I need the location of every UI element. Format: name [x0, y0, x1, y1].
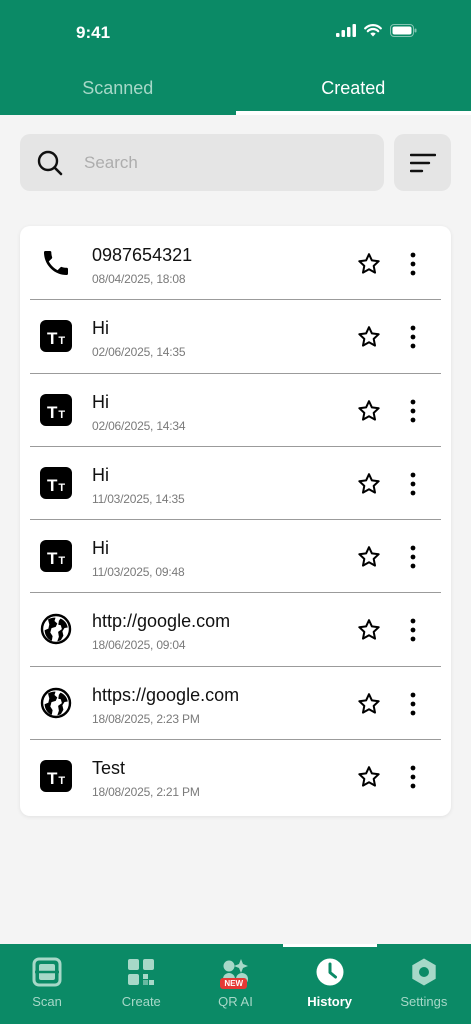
tab-bar: Scanned Created [0, 62, 471, 115]
more-options-icon[interactable] [408, 399, 418, 423]
history-list-item[interactable]: https://google.com 18/08/2025, 2:23 PM [20, 665, 451, 739]
text-icon: TT [40, 540, 72, 573]
favorite-star-icon[interactable] [357, 765, 381, 789]
history-list: 0987654321 08/04/2025, 18:08 TT Hi 02/06/2… [20, 226, 451, 816]
item-title: Hi [92, 538, 109, 559]
nav-qr-ai[interactable]: NEW QR AI [188, 944, 282, 1024]
nav-label-history: History [307, 994, 353, 1009]
text-icon: TT [40, 320, 72, 353]
more-options-icon[interactable] [408, 692, 418, 716]
nav-label-create: Create [121, 994, 161, 1009]
nav-label-settings: Settings [400, 994, 448, 1009]
tab-created[interactable]: Created [235, 62, 471, 115]
favorite-star-icon[interactable] [357, 252, 381, 276]
search-placeholder: Search [84, 152, 138, 172]
create-icon [128, 959, 155, 985]
nav-scan[interactable]: Scan [0, 944, 94, 1024]
sort-filter-button[interactable] [394, 134, 451, 191]
history-list-item[interactable]: TT Hi 02/06/2025, 14:34 [20, 372, 451, 446]
favorite-star-icon[interactable] [357, 399, 381, 423]
item-title: 0987654321 [92, 245, 193, 265]
scan-icon [32, 957, 62, 987]
favorite-star-icon[interactable] [357, 472, 381, 496]
battery-icon [390, 24, 417, 37]
history-list-item[interactable]: TT Hi 11/03/2025, 09:48 [20, 519, 451, 592]
item-date: 18/08/2025, 2:23 PM [92, 711, 200, 726]
item-date: 18/06/2025, 09:04 [92, 638, 186, 653]
item-date: 02/06/2025, 14:34 [92, 418, 186, 433]
item-date: 11/03/2025, 14:35 [92, 491, 185, 506]
history-list-item[interactable]: 0987654321 08/04/2025, 18:08 [20, 226, 451, 299]
nav-create[interactable]: Create [94, 944, 188, 1024]
bottom-navigation: Scan Create NEW QR AI History Settings [0, 944, 471, 1024]
more-options-icon[interactable] [408, 472, 418, 496]
history-list-item[interactable]: http://google.com 18/06/2025, 09:04 [20, 592, 451, 665]
history-list-item[interactable]: TT Test 18/08/2025, 2:21 PM [20, 739, 451, 812]
nav-history[interactable]: History [283, 944, 377, 1024]
wifi-icon [364, 24, 382, 37]
globe-icon [40, 687, 72, 718]
search-input[interactable]: Search [20, 134, 384, 191]
text-icon: TT [40, 393, 72, 426]
item-title: https://google.com [92, 684, 240, 705]
favorite-star-icon[interactable] [357, 325, 381, 349]
app-header: 9:41 Scanned Created [0, 0, 471, 115]
text-icon: TT [40, 466, 72, 499]
globe-icon [40, 614, 72, 645]
clock-icon [316, 958, 344, 986]
nav-settings[interactable]: Settings [377, 944, 471, 1024]
item-title: Hi [92, 464, 109, 485]
favorite-star-icon[interactable] [357, 692, 381, 716]
settings-icon [412, 958, 436, 986]
nav-label-qr-ai: QR AI [218, 994, 253, 1009]
more-options-icon[interactable] [408, 765, 418, 789]
history-list-item[interactable]: TT Hi 11/03/2025, 14:35 [20, 445, 451, 519]
item-date: 02/06/2025, 14:35 [92, 345, 186, 360]
new-badge: NEW [220, 978, 248, 989]
more-options-icon[interactable] [408, 325, 418, 349]
history-list-item[interactable]: TT Hi 02/06/2025, 14:35 [20, 299, 451, 372]
sort-icon [409, 153, 436, 172]
status-bar: 9:41 [0, 0, 471, 62]
favorite-star-icon[interactable] [357, 618, 381, 642]
item-date: 08/04/2025, 18:08 [92, 272, 186, 286]
more-options-icon[interactable] [408, 252, 418, 276]
more-options-icon[interactable] [408, 545, 418, 569]
item-date: 18/08/2025, 2:21 PM [92, 785, 200, 800]
phone-icon [44, 251, 68, 275]
nav-label-scan: Scan [32, 994, 62, 1009]
item-title: http://google.com [92, 611, 231, 632]
tab-scanned[interactable]: Scanned [0, 62, 236, 115]
item-title: Hi [92, 391, 109, 412]
item-title: Test [92, 758, 126, 779]
favorite-star-icon[interactable] [357, 545, 381, 569]
item-title: Hi [92, 318, 109, 339]
more-options-icon[interactable] [408, 618, 418, 642]
text-icon: TT [40, 760, 72, 793]
search-icon [37, 150, 63, 175]
status-time: 9:41 [76, 23, 111, 42]
item-date: 11/03/2025, 09:48 [92, 565, 185, 580]
status-icons [336, 24, 417, 37]
signal-icon [336, 24, 356, 37]
